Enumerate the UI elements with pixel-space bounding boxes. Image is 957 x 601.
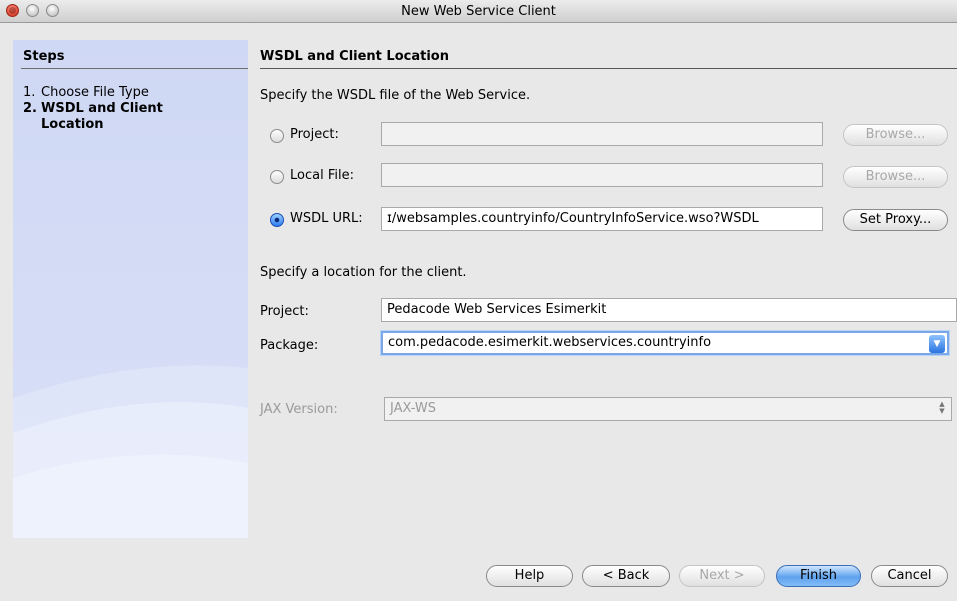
jax-version-select[interactable]: JAX-WS ▲ ▼ bbox=[384, 397, 952, 421]
project-radio-label[interactable]: Project: bbox=[290, 127, 339, 142]
project-source-field[interactable] bbox=[381, 122, 823, 146]
finish-button[interactable]: Finish bbox=[776, 565, 861, 587]
project-radio[interactable] bbox=[270, 129, 284, 143]
up-down-arrows-icon: ▲ ▼ bbox=[939, 400, 945, 415]
jax-version-label: JAX Version: bbox=[260, 402, 338, 417]
steps-divider bbox=[21, 68, 248, 69]
section-divider bbox=[260, 68, 957, 69]
jax-version-value: JAX-WS bbox=[390, 401, 437, 416]
browse-local-file-button[interactable]: Browse... bbox=[843, 166, 948, 188]
wsdl-url-field[interactable]: ɪ/websamples.countryinfo/CountryInfoServ… bbox=[381, 207, 823, 231]
swoosh-decoration bbox=[13, 365, 248, 538]
package-label: Package: bbox=[260, 338, 319, 353]
next-button[interactable]: Next > bbox=[679, 565, 765, 587]
title-bar: New Web Service Client bbox=[0, 0, 957, 23]
steps-header: Steps bbox=[23, 49, 65, 64]
local-file-field[interactable] bbox=[381, 163, 823, 187]
window-title: New Web Service Client bbox=[401, 4, 556, 19]
cancel-button[interactable]: Cancel bbox=[871, 565, 948, 587]
step-label: Choose File Type bbox=[41, 85, 149, 100]
section-title: WSDL and Client Location bbox=[260, 49, 449, 64]
local-file-radio[interactable] bbox=[270, 170, 284, 184]
package-combo[interactable]: com.pedacode.esimerkit.webservices.count… bbox=[381, 331, 949, 355]
help-button[interactable]: Help bbox=[486, 565, 573, 587]
package-value: com.pedacode.esimerkit.webservices.count… bbox=[388, 335, 712, 350]
browse-project-button[interactable]: Browse... bbox=[843, 124, 948, 146]
step-label: WSDL and Client Location bbox=[41, 101, 163, 132]
steps-panel: Steps 1. Choose File Type 2. WSDL and Clie… bbox=[13, 40, 248, 538]
set-proxy-button[interactable]: Set Proxy... bbox=[843, 209, 948, 231]
local-file-radio-label[interactable]: Local File: bbox=[290, 168, 354, 183]
chevron-down-icon[interactable]: ▼ bbox=[929, 335, 945, 353]
location-prompt: Specify a location for the client. bbox=[260, 265, 467, 280]
wsdl-url-radio-label[interactable]: WSDL URL: bbox=[290, 211, 363, 226]
step-item-choose-file-type: 1. Choose File Type bbox=[23, 85, 211, 101]
client-project-label: Project: bbox=[260, 304, 309, 319]
client-project-field[interactable]: Pedacode Web Services Esimerkit bbox=[381, 298, 957, 322]
step-item-wsdl-location: 2. WSDL and Client Location bbox=[23, 101, 181, 133]
wsdl-url-radio[interactable] bbox=[270, 213, 284, 227]
back-button[interactable]: < Back bbox=[582, 565, 670, 587]
wsdl-prompt: Specify the WSDL file of the Web Service… bbox=[260, 88, 531, 103]
